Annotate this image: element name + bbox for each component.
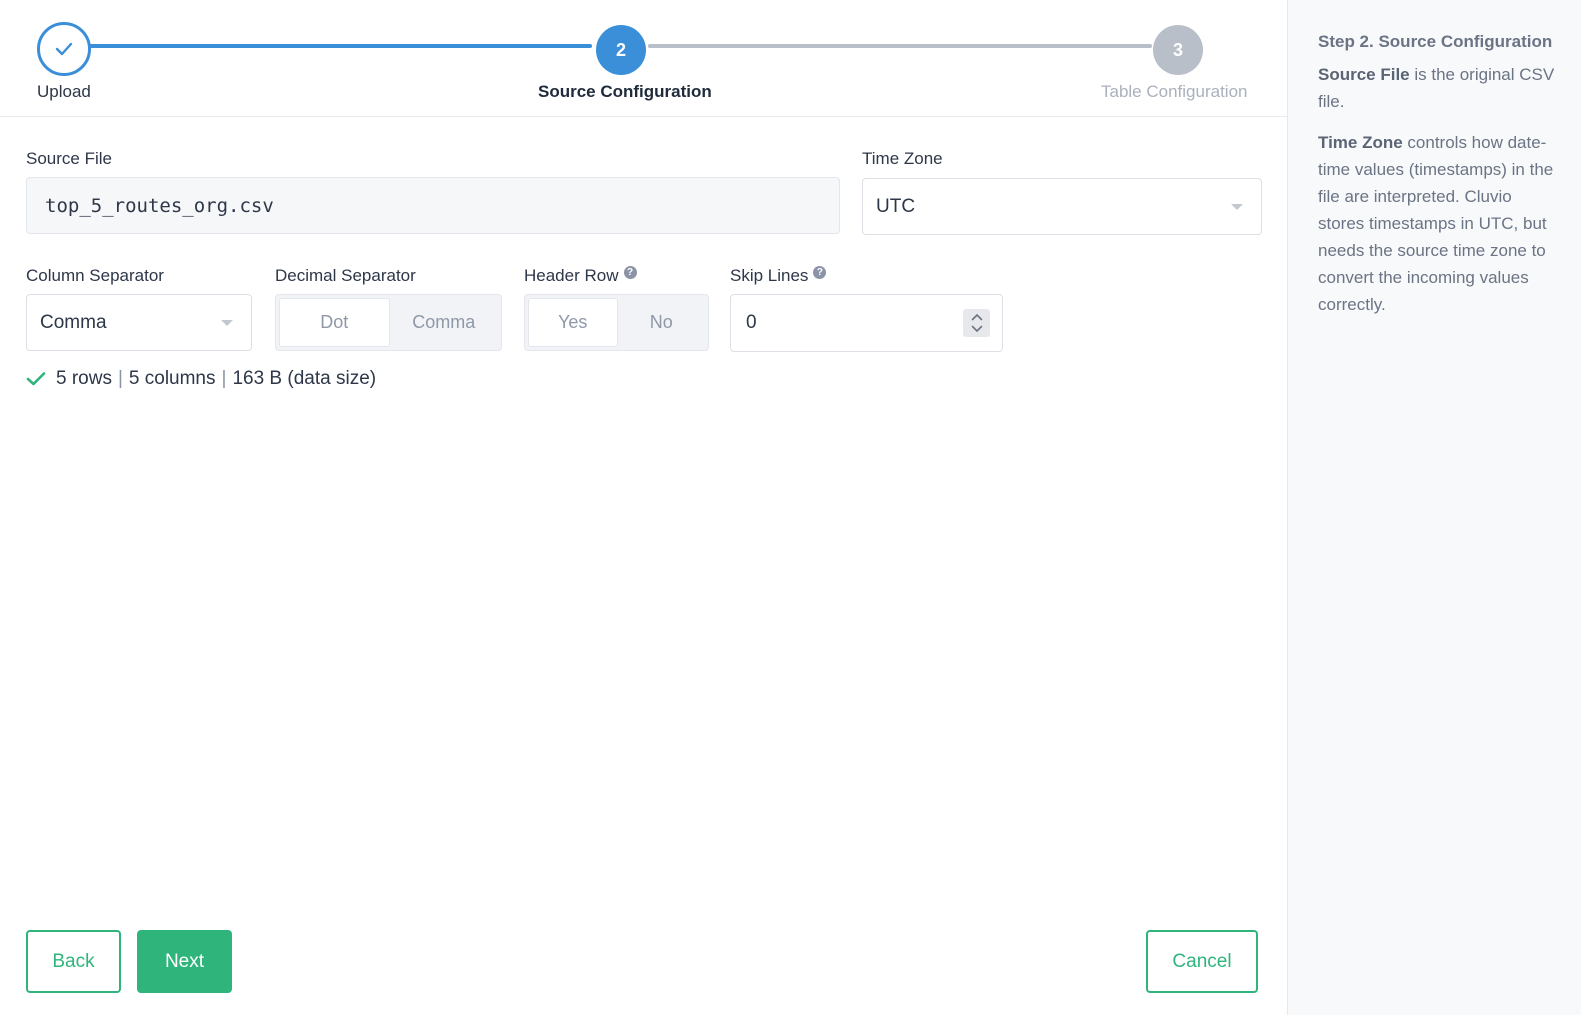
sidebar-source-file-help: Source File is the original CSV file. bbox=[1318, 61, 1559, 115]
header-row-label: Header Row ? bbox=[524, 265, 637, 286]
column-count: 5 columns bbox=[128, 368, 216, 389]
time-zone-select[interactable]: UTC bbox=[862, 178, 1262, 235]
chevron-up-icon[interactable] bbox=[970, 311, 984, 323]
header-yes-option[interactable]: Yes bbox=[528, 298, 618, 347]
help-text-time-zone: controls how date-time values (timestamp… bbox=[1318, 133, 1554, 314]
column-separator-value: Comma bbox=[40, 311, 107, 333]
help-icon[interactable]: ? bbox=[623, 265, 637, 279]
decimal-separator-label: Decimal Separator bbox=[275, 266, 416, 285]
checkmark-icon bbox=[26, 372, 46, 386]
stats-separator: | bbox=[117, 368, 123, 389]
file-stats: 5 rows | 5 columns | 163 B (data size) bbox=[26, 368, 376, 390]
skip-lines-label-text: Skip Lines bbox=[730, 266, 809, 285]
sidebar-title: Step 2. Source Configuration bbox=[1318, 32, 1553, 51]
source-file-field: top_5_routes_org.csv bbox=[26, 177, 840, 234]
skip-lines-input[interactable]: 0 bbox=[730, 294, 1003, 352]
step-2-label: Source Configuration bbox=[538, 82, 712, 101]
step-3-circle: 3 bbox=[1153, 25, 1203, 75]
header-row-toggle: Yes No bbox=[524, 294, 709, 351]
help-term-source-file: Source File bbox=[1318, 65, 1410, 84]
decimal-separator-toggle: Dot Comma bbox=[275, 294, 502, 351]
decimal-dot-option[interactable]: Dot bbox=[279, 298, 390, 347]
column-separator-select[interactable]: Comma bbox=[26, 294, 252, 351]
row-count: 5 rows bbox=[56, 368, 112, 389]
step-2-circle: 2 bbox=[596, 25, 646, 75]
skip-lines-value: 0 bbox=[746, 312, 757, 333]
time-zone-value: UTC bbox=[876, 195, 916, 217]
back-button[interactable]: Back bbox=[26, 930, 121, 993]
stepper-progress-line-complete bbox=[88, 44, 592, 48]
chevron-down-icon bbox=[1231, 203, 1243, 210]
chevron-down-icon[interactable] bbox=[970, 323, 984, 335]
header-row-label-text: Header Row bbox=[524, 266, 619, 285]
stats-separator: | bbox=[221, 368, 227, 389]
chevron-down-icon bbox=[221, 319, 233, 326]
import-wizard-main: 2 3 Upload Source Configuration Table Co… bbox=[0, 0, 1287, 1015]
cancel-button[interactable]: Cancel bbox=[1146, 930, 1258, 993]
step-3-label: Table Configuration bbox=[1101, 82, 1248, 101]
decimal-comma-option[interactable]: Comma bbox=[390, 298, 499, 347]
wizard-stepper: 2 3 Upload Source Configuration Table Co… bbox=[0, 0, 1287, 117]
header-no-option[interactable]: No bbox=[618, 298, 706, 347]
stepper-progress-line-pending bbox=[648, 44, 1152, 48]
source-file-value: top_5_routes_org.csv bbox=[45, 194, 274, 217]
source-file-label: Source File bbox=[26, 149, 112, 168]
step-1-label[interactable]: Upload bbox=[37, 82, 91, 102]
time-zone-label: Time Zone bbox=[862, 149, 943, 168]
sidebar-time-zone-help: Time Zone controls how date-time values … bbox=[1318, 129, 1559, 318]
data-size: 163 B (data size) bbox=[232, 368, 377, 389]
help-icon[interactable]: ? bbox=[813, 265, 827, 279]
help-sidebar: Step 2. Source Configuration Source File… bbox=[1287, 0, 1581, 1015]
column-separator-label: Column Separator bbox=[26, 266, 164, 285]
checkmark-icon bbox=[55, 42, 73, 56]
next-button[interactable]: Next bbox=[137, 930, 232, 993]
skip-lines-label: Skip Lines ? bbox=[730, 265, 827, 286]
help-term-time-zone: Time Zone bbox=[1318, 133, 1403, 152]
step-1-circle bbox=[37, 22, 91, 76]
number-stepper[interactable] bbox=[963, 309, 990, 337]
